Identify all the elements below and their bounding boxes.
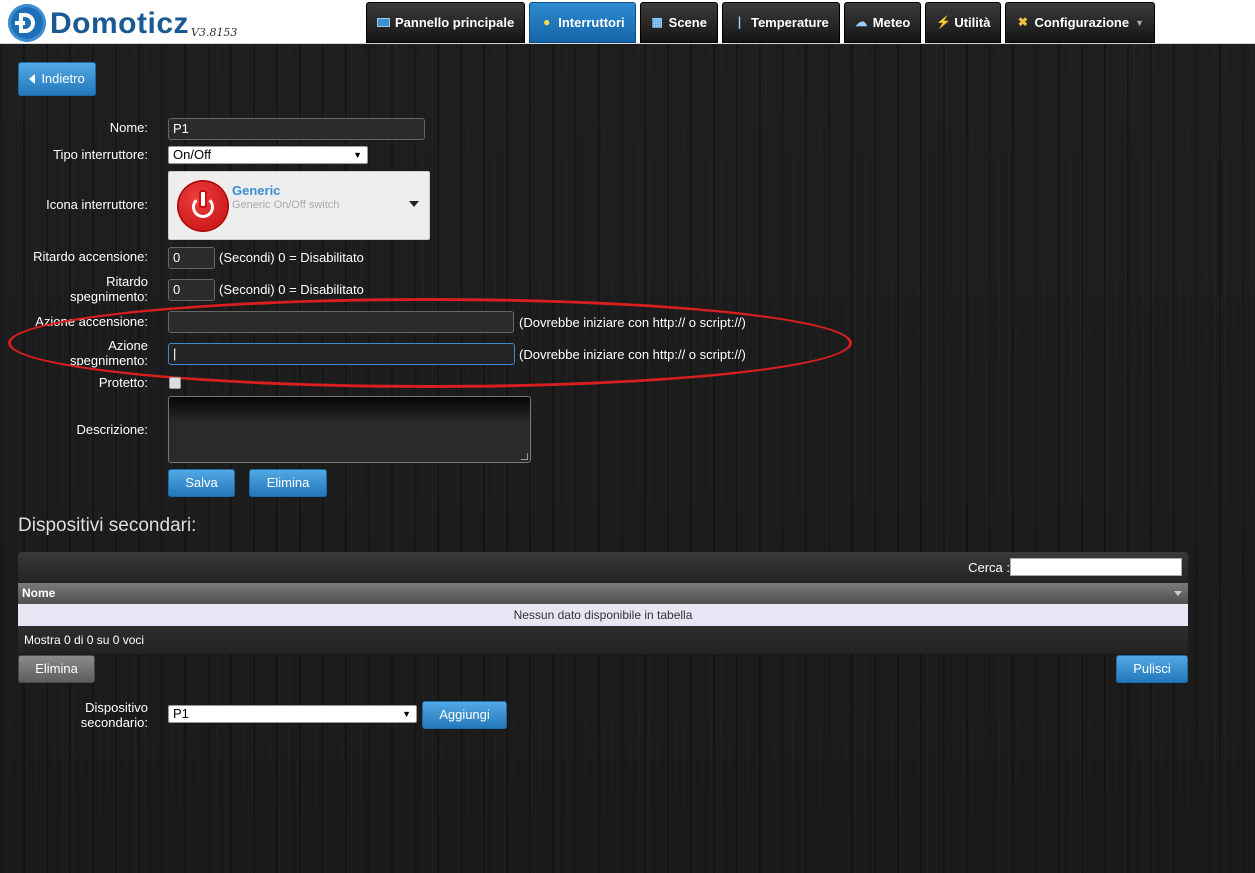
tab-label: Pannello principale [395,15,515,30]
back-button-label: Indietro [41,71,85,86]
table-info: Mostra 0 di 0 su 0 voci [18,626,1188,654]
icon-name: Generic [232,183,281,198]
icon-description: Generic On/Off switch [232,199,340,211]
tab-temperature[interactable]: ∣ Temperature [721,2,840,43]
delete-subdevice-button[interactable]: Elimina [18,655,95,683]
back-button[interactable]: Indietro [18,62,96,96]
chevron-down-icon [409,201,419,207]
switch-icon-select[interactable]: Generic Generic On/Off switch [168,171,430,240]
top-bar: Domoticz V3.8153 Pannello principale ● I… [0,0,1255,44]
sort-icon [1174,591,1182,596]
delete-button[interactable]: Elimina [249,469,327,497]
description-textarea[interactable] [168,396,531,463]
subdevice-label-line1: Dispositivo [85,700,148,715]
switch-type-value: On/Off [173,147,212,162]
on-action-label: Azione accensione: [35,314,148,329]
utility-icon: ⚡ [936,15,952,29]
tools-icon: ✖ [1017,15,1028,29]
tab-switches[interactable]: ● Interruttori [529,2,636,43]
clapperboard-icon: ▦ [651,15,663,29]
subdevices-table: Cerca : Nome Nessun dato disponibile in … [18,552,1188,654]
tab-label: Interruttori [558,15,625,30]
subdevice-label-line2: secondario: [80,715,148,730]
search-label: Cerca : [968,560,1010,575]
protected-checkbox[interactable] [169,377,181,389]
tab-dashboard[interactable]: Pannello principale [366,2,526,43]
back-arrow-icon [29,74,36,84]
on-delay-hint: (Secondi) 0 = Disabilitato [219,250,364,265]
subdevice-select[interactable]: P1 ▼ [168,705,417,723]
off-delay-hint: (Secondi) 0 = Disabilitato [219,282,364,297]
protected-label: Protetto: [98,375,148,390]
lightbulb-icon: ● [543,15,551,29]
description-label: Descrizione: [76,422,148,437]
table-toolbar: Cerca : [18,552,1188,583]
tab-setup[interactable]: ✖ Configurazione ▼ [1005,2,1155,43]
off-action-hint: (Dovrebbe iniziare con http:// o script:… [519,347,746,362]
clear-subdevices-button[interactable]: Pulisci [1116,655,1188,683]
off-delay-label-line2: spegnimento: [69,289,148,304]
subdevice-select-value: P1 [173,706,189,721]
on-action-hint: (Dovrebbe iniziare con http:// o script:… [519,315,746,330]
switch-type-label: Tipo interruttore: [53,147,148,162]
off-delay-input[interactable]: 0 [168,279,215,301]
on-delay-label: Ritardo accensione: [33,249,148,264]
domoticz-logo-icon [8,4,46,42]
power-icon [179,182,227,230]
off-delay-label-line1: Ritardo [106,274,148,289]
tab-label: Configurazione [1034,15,1130,30]
text-cursor: | [173,346,177,361]
search-input[interactable] [1010,558,1182,576]
app-logo[interactable]: Domoticz V3.8153 [8,4,237,42]
on-delay-input[interactable]: 0 [168,247,215,269]
resize-handle-icon[interactable] [521,453,528,460]
name-label: Nome: [109,120,148,135]
column-header-name[interactable]: Nome [18,583,1188,604]
app-version: V3.8153 [191,26,238,39]
table-empty-row: Nessun dato disponibile in tabella [18,604,1188,626]
on-action-input[interactable] [168,311,514,333]
monitor-icon [377,18,390,27]
tab-label: Utilità [954,15,991,30]
app-name: Domoticz [50,7,189,40]
main-nav: Pannello principale ● Interruttori ▦ Sce… [366,2,1159,43]
column-header-label: Nome [22,586,56,600]
add-subdevice-button[interactable]: Aggiungi [422,701,507,729]
thermometer-icon: ∣ [736,15,743,29]
chevron-down-icon: ▼ [353,150,362,160]
tab-label: Scene [668,15,707,30]
chevron-down-icon: ▼ [402,709,411,719]
tab-weather[interactable]: ☁ Meteo [843,2,922,43]
switch-icon-label: Icona interruttore: [46,197,148,212]
tab-utility[interactable]: ⚡ Utilità [925,2,1002,43]
tab-scenes[interactable]: ▦ Scene [639,2,718,43]
chevron-down-icon: ▼ [1135,17,1144,28]
switch-type-select[interactable]: On/Off ▼ [168,146,368,164]
off-action-label-line2: spegnimento: [69,353,148,368]
name-input[interactable]: P1 [168,118,425,140]
tab-label: Meteo [872,15,911,30]
weather-cloud-icon: ☁ [855,15,868,29]
subdevices-title: Dispositivi secondari: [18,515,197,536]
save-button[interactable]: Salva [168,469,235,497]
tab-label: Temperature [750,15,829,30]
off-action-label-line1: Azione [108,338,148,353]
off-action-input[interactable]: | [168,343,515,365]
